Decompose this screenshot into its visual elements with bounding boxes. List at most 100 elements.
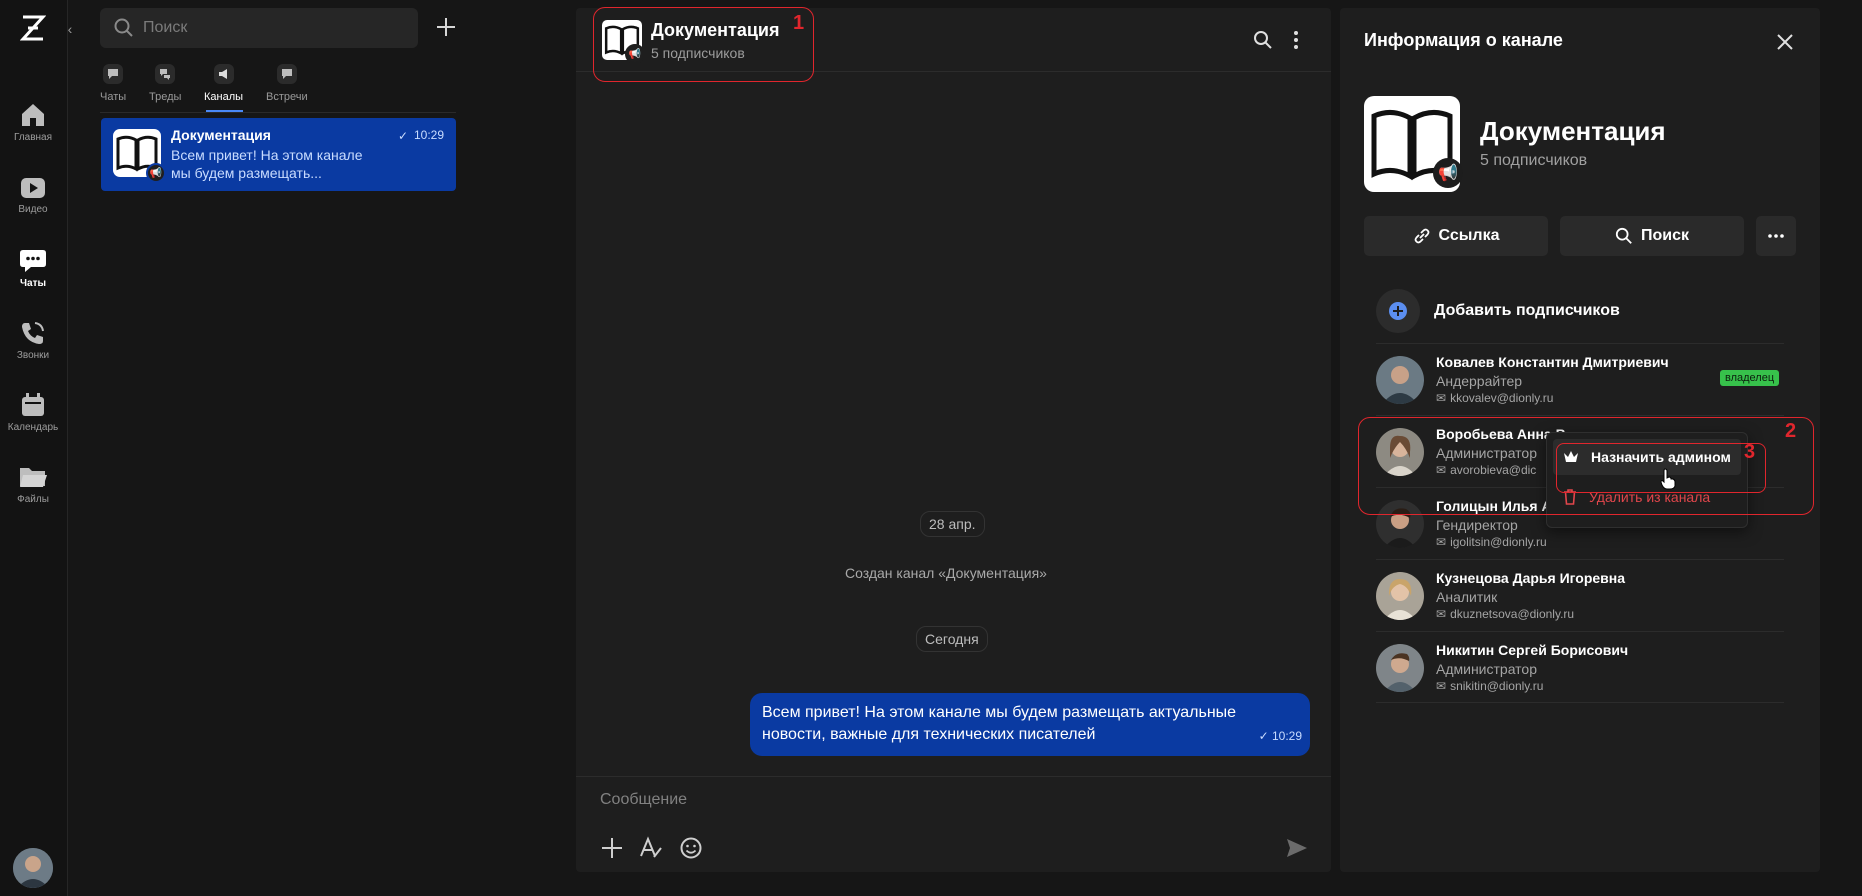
member-email-text: snikitin@dionly.ru xyxy=(1450,679,1544,693)
mail-icon: ✉ xyxy=(1436,535,1447,549)
nav-calendar[interactable]: Календарь xyxy=(0,392,66,433)
nav-chats-label: Чаты xyxy=(19,278,47,289)
annotation-number-2: 2 xyxy=(1785,420,1797,442)
nav-home-label: Главная xyxy=(13,132,53,143)
more-horizontal-icon xyxy=(1768,234,1784,238)
member-row[interactable]: Никитин Сергей Борисович Администратор ✉… xyxy=(1376,631,1784,703)
search-icon xyxy=(114,18,133,37)
user-avatar[interactable] xyxy=(13,848,53,888)
member-email: ✉ dkuznetsova@dionly.ru xyxy=(1436,607,1574,621)
calendar-icon xyxy=(22,393,44,416)
nav-calendar-label: Календарь xyxy=(7,422,59,433)
member-role: Администратор xyxy=(1436,661,1538,677)
search-input[interactable]: Поиск xyxy=(100,8,418,48)
add-circle-icon xyxy=(1376,289,1420,333)
member-role: Андеррайтер xyxy=(1436,373,1523,389)
mail-icon: ✉ xyxy=(1436,391,1447,405)
tab-chats-icon xyxy=(103,64,124,84)
nav-files[interactable]: Файлы xyxy=(0,464,66,505)
member-name: Кузнецова Дарья Игоревна xyxy=(1436,570,1626,586)
emoji-icon[interactable] xyxy=(679,836,703,860)
video-icon xyxy=(21,178,45,198)
member-name: Никитин Сергей Борисович xyxy=(1436,642,1629,658)
text-format-icon[interactable] xyxy=(639,836,663,860)
add-subscribers-label: Добавить подписчиков xyxy=(1434,302,1620,319)
owner-badge: владелец xyxy=(1720,370,1780,386)
nav-home[interactable]: Главная xyxy=(0,102,66,143)
send-icon[interactable] xyxy=(1285,836,1309,860)
member-email: ✉ kkovalev@dionly.ru xyxy=(1436,391,1553,405)
tab-meetings-label: Встречи xyxy=(266,91,308,103)
phone-icon xyxy=(22,322,44,344)
more-vertical-icon[interactable] xyxy=(1286,30,1306,50)
nav-calls-label: Звонки xyxy=(16,350,50,361)
chat-icon xyxy=(20,250,46,272)
member-avatar xyxy=(1376,356,1424,404)
tab-channels-icon xyxy=(213,64,234,84)
tab-meetings-icon xyxy=(276,64,297,84)
folder-icon xyxy=(20,468,47,487)
member-email-text: igolitsin@dionly.ru xyxy=(1450,535,1547,549)
member-email-text: dkuznetsova@dionly.ru xyxy=(1450,607,1575,621)
nav-chats[interactable]: Чаты xyxy=(0,248,66,289)
tab-chats[interactable]: Чаты xyxy=(100,64,126,103)
add-subscribers-button[interactable]: Добавить подписчиков xyxy=(1376,286,1776,336)
attach-plus-icon[interactable] xyxy=(600,836,624,860)
channel-name: Документация xyxy=(1480,116,1666,146)
search-placeholder: Поиск xyxy=(143,19,188,36)
nav-calls[interactable]: Звонки xyxy=(0,320,66,361)
close-icon[interactable] xyxy=(1773,30,1797,54)
info-title: Информация о канале xyxy=(1364,30,1563,50)
search-button[interactable]: Поиск xyxy=(1560,216,1744,256)
channel-speaker-icon: 📢 xyxy=(146,163,166,183)
tab-threads-label: Треды xyxy=(149,91,182,103)
tab-channels-label: Каналы xyxy=(204,91,244,103)
collapse-chevron-icon[interactable]: ‹ xyxy=(63,19,77,39)
list-divider xyxy=(100,112,456,113)
link-button-label: Ссылка xyxy=(1438,227,1500,244)
search-icon xyxy=(1615,227,1632,244)
nav-video[interactable]: Видео xyxy=(0,176,66,215)
member-role: Аналитик xyxy=(1436,589,1498,605)
channel-time: 10:29 xyxy=(413,128,444,142)
message-bubble[interactable]: Всем привет! На этом канале мы будем раз… xyxy=(750,693,1310,756)
nav-files-label: Файлы xyxy=(17,494,49,505)
member-avatar xyxy=(1376,644,1424,692)
date-pill-today: Сегодня xyxy=(916,626,988,652)
date-pill: 28 апр. xyxy=(920,511,985,537)
annotation-box-1 xyxy=(593,7,814,82)
search-icon[interactable] xyxy=(1253,30,1273,50)
member-row[interactable]: Кузнецова Дарья Игоревна Аналитик ✉ dkuzn… xyxy=(1376,559,1784,631)
channel-preview: Всем привет! На этом канале мы будем раз… xyxy=(171,147,363,181)
composer: Сообщение xyxy=(576,776,1331,872)
channel-subscribers: 5 подписчиков xyxy=(1480,152,1588,169)
member-email: ✉ snikitin@dionly.ru xyxy=(1436,679,1543,693)
tab-threads[interactable]: Треды xyxy=(149,64,181,103)
read-check-icon: ✓ xyxy=(397,129,408,143)
channel-speaker-icon: 📢 xyxy=(1433,158,1463,188)
tab-channels[interactable]: Каналы xyxy=(204,64,243,103)
member-email: ✉ igolitsin@dionly.ru xyxy=(1436,535,1547,549)
annotation-number-3: 3 xyxy=(1744,441,1756,463)
member-avatar xyxy=(1376,572,1424,620)
member-email-text: kkovalev@dionly.ru xyxy=(1450,391,1554,405)
message-text: Всем привет! На этом канале мы будем раз… xyxy=(762,704,1237,743)
message-input[interactable]: Сообщение xyxy=(600,791,687,809)
link-button[interactable]: Ссылка xyxy=(1364,216,1548,256)
system-message: Создан канал «Документация» xyxy=(845,565,1047,581)
annotation-box-3 xyxy=(1556,443,1766,493)
tab-chats-label: Чаты xyxy=(100,91,127,103)
annotation-number-1: 1 xyxy=(793,12,805,34)
home-icon xyxy=(22,104,44,126)
new-chat-plus-icon[interactable] xyxy=(434,15,458,39)
search-button-label: Поиск xyxy=(1640,227,1689,244)
message-time-value: 10:29 xyxy=(1271,729,1302,743)
link-icon xyxy=(1414,228,1429,244)
nav-rail: ‹ Главная Видео Чаты Звонки Календарь Фа… xyxy=(0,0,72,896)
member-role: Гендиректор xyxy=(1436,517,1518,533)
channel-list-item[interactable]: 📢 Документация ✓ 10:29 Всем привет! На э… xyxy=(101,118,456,191)
more-button[interactable] xyxy=(1756,216,1796,256)
app-logo-icon[interactable] xyxy=(20,14,46,42)
message-time: ✓ 10:29 xyxy=(1258,729,1302,743)
tab-meetings[interactable]: Встречи xyxy=(266,64,308,103)
